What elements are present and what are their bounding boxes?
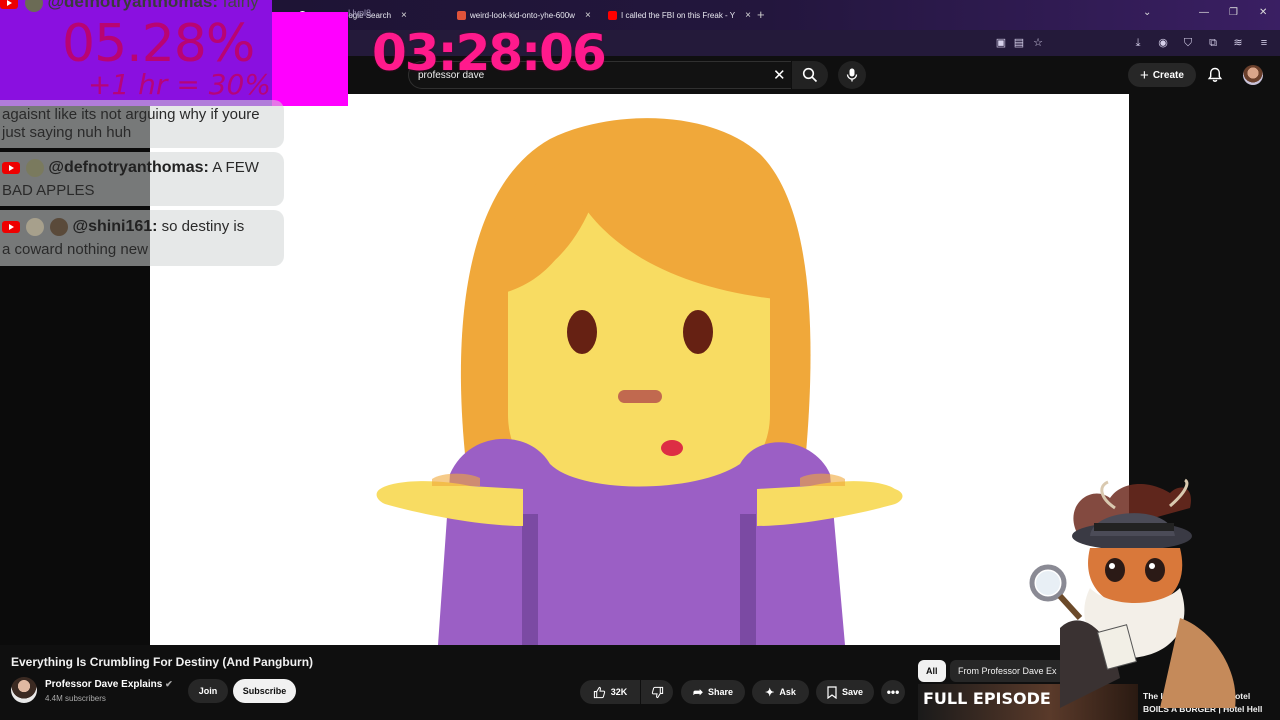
youtube-badge-icon <box>2 162 20 175</box>
like-count: 32K <box>610 687 628 697</box>
save-label: Save <box>841 687 864 697</box>
youtube-icon <box>608 10 617 20</box>
microphone-icon <box>846 68 858 82</box>
progress-note: +1 hr = 30% <box>88 68 271 101</box>
like-button[interactable]: 32K <box>580 680 640 704</box>
thumbs-up-icon <box>593 686 605 698</box>
dislike-button[interactable] <box>641 680 673 704</box>
chat-header: @shini161: so destiny is <box>2 218 245 237</box>
tab-youtube-video[interactable]: I called the FBI on this Freak - Y × <box>608 6 751 24</box>
close-icon[interactable]: × <box>745 10 751 21</box>
download-icon[interactable]: ⤓ <box>1132 37 1144 49</box>
maximize-icon[interactable]: ❐ <box>1229 7 1238 18</box>
sparkle-icon: ✦ <box>765 686 775 699</box>
chip-label: All <box>926 666 938 676</box>
chat-username: @shini161: <box>72 218 158 235</box>
channel-avatar[interactable] <box>11 677 37 703</box>
close-window-icon[interactable]: ✕ <box>1259 7 1267 18</box>
chat-text: a coward nothing new <box>2 241 148 258</box>
close-icon[interactable]: × <box>585 10 591 21</box>
avatar <box>26 218 45 237</box>
overlay-accent-block <box>272 12 348 106</box>
search-icon <box>802 67 818 83</box>
share-icon: ➦ <box>692 685 704 699</box>
tab-image[interactable]: weird-look-kid-onto-yhe-600w × <box>457 6 591 24</box>
video-player[interactable] <box>150 94 1129 645</box>
plus-icon: + <box>1140 66 1149 84</box>
save-button[interactable]: Save <box>816 680 874 704</box>
close-icon[interactable]: × <box>401 10 407 21</box>
subscribe-button[interactable]: Subscribe <box>233 679 296 703</box>
picture-in-picture-icon[interactable]: ▣ <box>995 37 1007 49</box>
bookmark-star-icon[interactable]: ☆ <box>1032 37 1044 49</box>
address-url[interactable]: Uvpl8 <box>348 8 371 18</box>
menu-icon[interactable]: ≡ <box>1258 37 1270 49</box>
detective-mascot <box>1029 478 1236 708</box>
chat-text: agaisnt like its not arguing why if your… <box>2 106 260 123</box>
clear-search-icon[interactable]: ✕ <box>773 66 786 84</box>
share-button[interactable]: ➦ Share <box>681 680 745 704</box>
progress-percent: 05.28% <box>62 14 255 74</box>
chevron-down-icon[interactable]: ⌄ <box>1143 7 1151 18</box>
notifications-bell-icon[interactable] <box>1207 67 1223 83</box>
chat-text: BAD APPLES <box>2 182 95 199</box>
chat-text: so destiny is <box>161 218 245 235</box>
chat-username: @defnotryanthomas: <box>48 159 209 176</box>
minimize-icon[interactable]: — <box>1199 7 1209 18</box>
join-label: Join <box>198 686 218 696</box>
reader-icon[interactable]: ▤ <box>1013 37 1025 49</box>
chat-text: just saying nuh huh <box>2 124 132 141</box>
verified-icon: ✔ <box>165 679 173 689</box>
channel-name-text: Professor Dave Explains <box>45 679 163 690</box>
extensions-icon[interactable]: ⧉ <box>1207 37 1219 49</box>
ask-label: Ask <box>779 687 796 697</box>
ask-button[interactable]: ✦ Ask <box>752 680 809 704</box>
screen: ...ook - Google Search × weird-look-kid-… <box>0 0 1280 720</box>
wave-icon[interactable]: ≋ <box>1232 37 1244 49</box>
shield-icon[interactable]: ⛉ <box>1182 37 1194 49</box>
stream-timer: 03:28:06 <box>372 24 607 82</box>
more-actions-button[interactable]: ••• <box>881 680 905 704</box>
subscribe-label: Subscribe <box>242 686 287 696</box>
new-tab-button[interactable]: + <box>757 7 765 22</box>
avatar <box>50 218 69 237</box>
subscriber-count: 4.4M subscribers <box>45 694 106 703</box>
shrugging-woman-emoji <box>376 118 903 645</box>
thumbs-down-icon <box>651 686 663 698</box>
image-icon <box>457 10 466 20</box>
chat-text: A FEW <box>212 159 259 176</box>
profile-icon[interactable]: ◉ <box>1157 37 1169 49</box>
create-label: Create <box>1152 69 1184 81</box>
avatar <box>26 159 45 178</box>
video-title: Everything Is Crumbling For Destiny (And… <box>11 655 314 669</box>
chat-message-partial: @defnotryanthomas: fainy <box>0 0 259 12</box>
chat-text: fainy <box>222 0 259 11</box>
voice-search-button[interactable] <box>838 61 866 89</box>
more-icon: ••• <box>886 685 900 699</box>
join-button[interactable]: Join <box>188 679 228 703</box>
tab-label: weird-look-kid-onto-yhe-600w <box>470 10 575 20</box>
channel-name[interactable]: Professor Dave Explains ✔ <box>45 679 173 690</box>
search-button[interactable] <box>792 61 828 89</box>
avatar <box>24 0 43 12</box>
create-button[interactable]: + Create <box>1128 63 1196 87</box>
share-label: Share <box>708 687 734 697</box>
chat-header: @defnotryanthomas: A FEW <box>2 159 259 178</box>
tab-label: I called the FBI on this Freak - Y <box>621 10 736 20</box>
bookmark-icon <box>827 685 837 699</box>
youtube-badge-icon <box>0 0 18 9</box>
youtube-badge-icon <box>2 221 20 234</box>
chat-username: @defnotryanthomas: <box>47 0 218 11</box>
chip-all[interactable]: All <box>918 660 946 682</box>
account-avatar[interactable] <box>1243 65 1263 85</box>
